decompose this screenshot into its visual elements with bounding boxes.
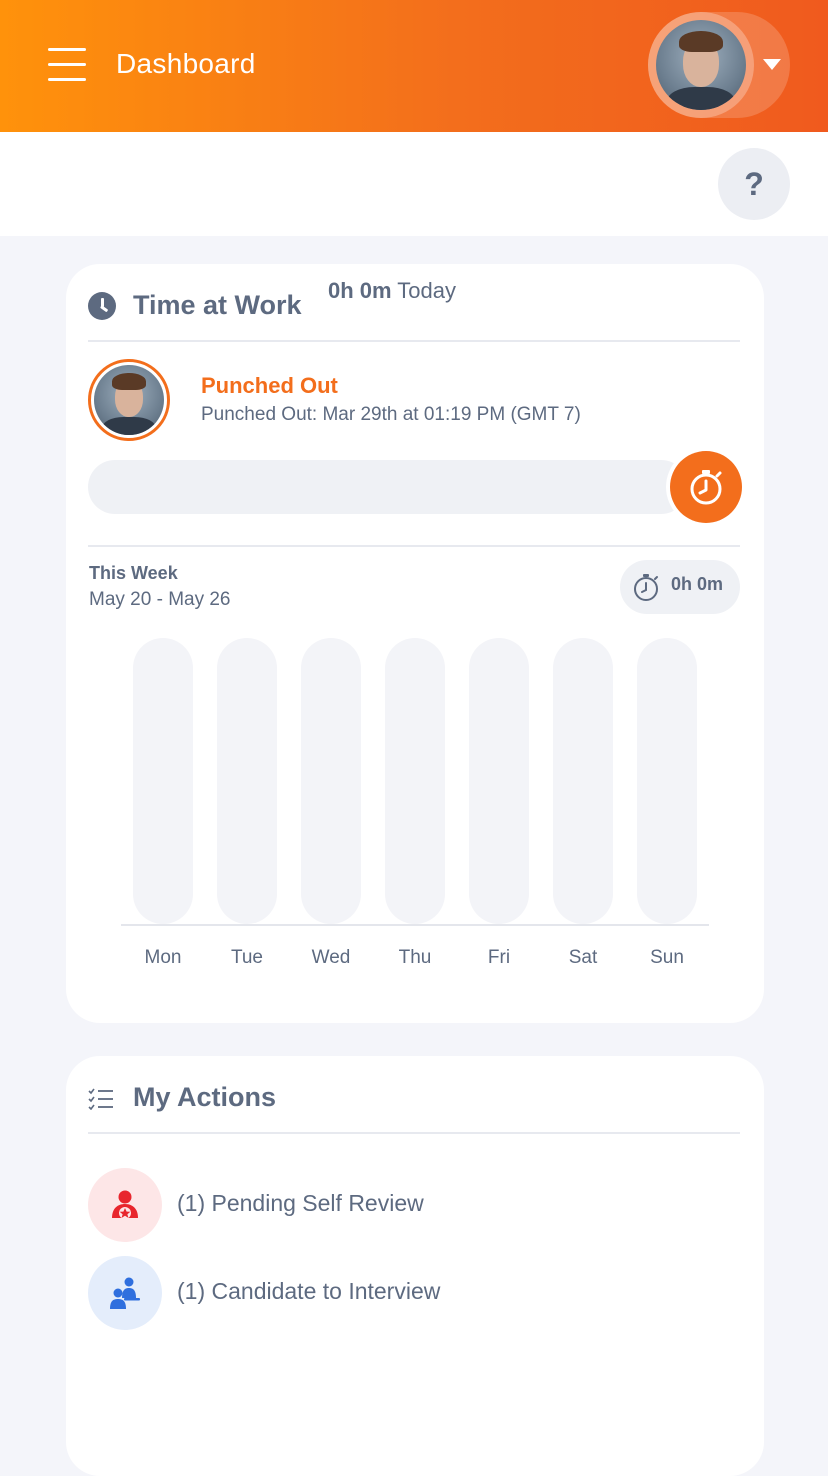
bar-track xyxy=(469,638,529,924)
bar-track xyxy=(385,638,445,924)
help-button[interactable]: ? xyxy=(718,148,790,220)
hamburger-icon[interactable] xyxy=(48,46,88,82)
bar-track xyxy=(217,638,277,924)
user-menu-button[interactable] xyxy=(648,12,790,118)
today-total: 0h 0m xyxy=(327,278,392,303)
week-range: May 20 - May 26 xyxy=(89,589,231,610)
sub-toolbar: ? xyxy=(0,132,828,236)
day-label: Wed xyxy=(311,947,351,968)
action-item-interview[interactable]: (1) Candidate to Interview xyxy=(88,1256,708,1330)
caret-down-icon xyxy=(763,59,781,70)
checklist-icon xyxy=(88,1088,113,1110)
self-review-icon xyxy=(88,1168,162,1242)
today-progress-bar xyxy=(88,460,688,514)
bar-track xyxy=(637,638,697,924)
interview-icon xyxy=(88,1256,162,1330)
day-label: Sat xyxy=(568,947,598,968)
card-header: My Actions xyxy=(88,1082,740,1134)
today-label: Today xyxy=(397,278,457,303)
day-label: Thu xyxy=(398,947,432,968)
day-label: Sun xyxy=(650,947,684,968)
day-label: Mon xyxy=(144,947,182,968)
action-item-self-review[interactable]: (1) Pending Self Review xyxy=(88,1168,708,1242)
chart-baseline xyxy=(121,924,709,926)
week-total: 0h 0m xyxy=(671,574,724,594)
action-label: (1) Candidate to Interview xyxy=(177,1278,441,1304)
week-title: This Week xyxy=(89,563,178,583)
app-header: Dashboard xyxy=(0,0,828,132)
divider xyxy=(88,545,740,547)
bar-track xyxy=(301,638,361,924)
page-title: Dashboard xyxy=(116,48,256,79)
week-total-badge: 0h 0m xyxy=(620,560,740,614)
last-punch-time: Punched Out: Mar 29th at 01:19 PM (GMT 7… xyxy=(201,404,581,425)
card-title: My Actions xyxy=(133,1082,277,1112)
action-label: (1) Pending Self Review xyxy=(177,1190,424,1216)
stopwatch-icon xyxy=(634,574,658,601)
day-label: Tue xyxy=(230,947,264,968)
stopwatch-icon xyxy=(690,470,722,505)
bar-track xyxy=(553,638,613,924)
punch-status: Punched Out xyxy=(201,373,338,398)
punch-in-button[interactable] xyxy=(666,447,746,527)
weekly-hours-chart: Mon Tue Wed Thu Fri Sat Sun xyxy=(121,636,711,976)
today-summary: 0h 0m Today xyxy=(66,278,718,304)
avatar xyxy=(88,359,170,441)
time-at-work-card: Time at Work Punched Out Punched Out: Ma… xyxy=(66,264,764,1023)
my-actions-card: My Actions (1) Pending Self Review (1) C… xyxy=(66,1056,764,1476)
avatar xyxy=(656,20,746,110)
day-label: Fri xyxy=(487,947,511,968)
bar-track xyxy=(133,638,193,924)
